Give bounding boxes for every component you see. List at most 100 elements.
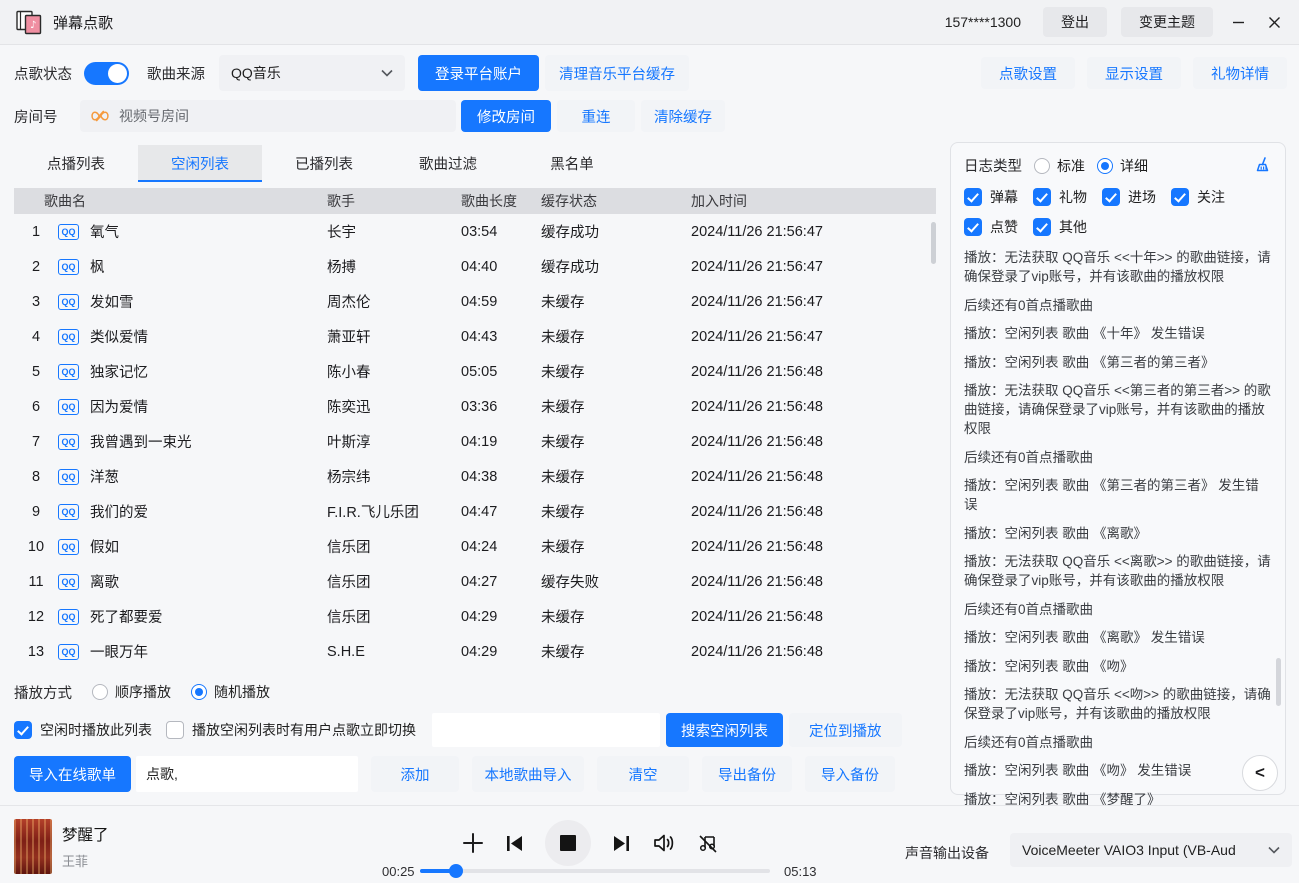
table-row[interactable]: 13QQ一眼万年S.H.E04:29未缓存2024/11/26 21:56:48 [14,634,936,669]
collapse-panel-button[interactable]: < [1242,755,1278,791]
idle-search-input[interactable] [432,713,660,747]
clear-list-button[interactable]: 清空 [597,756,689,792]
local-import-button[interactable]: 本地歌曲导入 [472,756,584,792]
cell-cache-status: 缓存成功 [541,221,691,242]
table-row[interactable]: 5QQ独家记忆陈小春05:05未缓存2024/11/26 21:56:48 [14,354,936,389]
modify-room-button[interactable]: 修改房间 [461,100,551,132]
progress-slider[interactable] [420,869,770,873]
stop-button[interactable] [545,820,591,866]
mode-random-option[interactable]: 随机播放 [191,682,270,702]
cell-source: QQ [58,643,90,660]
locate-playing-button[interactable]: 定位到播放 [789,713,902,747]
song-status-toggle[interactable] [84,62,129,85]
switch-on-request-checkbox[interactable]: 播放空闲列表时有用户点歌立即切换 [166,720,416,740]
tab-3-歌曲过滤[interactable]: 歌曲过滤 [386,145,510,181]
table-row[interactable]: 12QQ死了都要爱信乐团04:29未缓存2024/11/26 21:56:48 [14,599,936,634]
cell-add-time: 2024/11/26 21:56:48 [691,644,936,660]
log-filter-弹幕[interactable]: 弹幕 [964,187,1018,207]
desktop-lyrics-off-icon[interactable] [697,833,718,854]
play-mode-label: 播放方式 [14,682,72,703]
log-type-label: 日志类型 [964,155,1022,176]
log-filter-进场[interactable]: 进场 [1102,187,1156,207]
tab-0-点播列表[interactable]: 点播列表 [14,145,138,181]
source-select[interactable]: QQ音乐 [219,55,405,91]
export-backup-button[interactable]: 导出备份 [702,756,792,792]
clear-cache-button[interactable]: 清除缓存 [641,100,725,132]
cell-index: 9 [14,504,58,520]
cell-artist: 信乐团 [327,571,461,592]
log-filter-其他[interactable]: 其他 [1033,217,1087,237]
table-row[interactable]: 11QQ离歌信乐团04:27缓存失败2024/11/26 21:56:48 [14,564,936,599]
cell-cache-status: 缓存失败 [541,571,691,592]
cell-artist: 杨搏 [327,256,461,277]
cell-duration: 04:59 [461,294,541,310]
table-row[interactable]: 9QQ我们的爱F.I.R.飞儿乐团04:47未缓存2024/11/26 21:5… [14,494,936,529]
clear-log-broom-icon[interactable] [1253,156,1272,175]
checkbox-checked-icon [964,188,982,206]
cell-cache-status: 未缓存 [541,536,691,557]
song-settings-button[interactable]: 点歌设置 [981,57,1075,89]
reconnect-button[interactable]: 重连 [557,100,635,132]
room-label: 房间号 [14,106,80,127]
current-time: 00:25 [382,864,415,879]
room-input[interactable]: 视频号房间 [80,100,456,132]
next-button[interactable] [612,834,631,853]
clear-music-cache-button[interactable]: 清理音乐平台缓存 [545,55,689,91]
table-row[interactable]: 1QQ氧气长宇03:54缓存成功2024/11/26 21:56:47 [14,214,936,249]
import-backup-button[interactable]: 导入备份 [805,756,895,792]
account-number: 157****1300 [945,14,1021,30]
log-entry: 后续还有0首点播歌曲 [964,600,1272,619]
log-filter-关注[interactable]: 关注 [1171,187,1225,207]
log-entry: 播放：空闲列表 歌曲 《离歌》 [964,524,1272,543]
log-type-standard-option[interactable]: 标准 [1034,156,1085,176]
cell-duration: 04:47 [461,504,541,520]
log-entry: 播放：无法获取 QQ音乐 <<吻>> 的歌曲链接，请确保登录了vip账号，并有该… [964,685,1272,723]
table-row[interactable]: 3QQ发如雪周杰伦04:59未缓存2024/11/26 21:56:47 [14,284,936,319]
table-row[interactable]: 10QQ假如信乐团04:24未缓存2024/11/26 21:56:48 [14,529,936,564]
log-filter-礼物[interactable]: 礼物 [1033,187,1087,207]
qq-music-icon: QQ [58,259,79,275]
tab-1-空闲列表[interactable]: 空闲列表 [138,145,262,181]
table-row[interactable]: 2QQ枫杨搏04:40缓存成功2024/11/26 21:56:47 [14,249,936,284]
search-idle-list-button[interactable]: 搜索空闲列表 [666,713,783,747]
tab-4-黑名单[interactable]: 黑名单 [510,145,634,181]
output-device-select[interactable]: VoiceMeeter VAIO3 Input (VB-Aud [1010,833,1292,867]
login-platform-button[interactable]: 登录平台账户 [418,55,539,91]
cell-cache-status: 缓存成功 [541,256,691,277]
table-scrollbar[interactable] [931,222,936,264]
log-scrollbar[interactable] [1276,658,1281,706]
cell-index: 5 [14,364,58,380]
progress-thumb[interactable] [449,864,463,878]
cell-song-name: 一眼万年 [90,641,327,662]
logout-button[interactable]: 登出 [1043,7,1107,37]
player-controls [462,818,718,868]
tab-2-已播列表[interactable]: 已播列表 [262,145,386,181]
mode-sequential-option[interactable]: 顺序播放 [92,682,171,702]
previous-button[interactable] [505,834,524,853]
request-prefix-input[interactable] [136,756,358,792]
cell-cache-status: 未缓存 [541,431,691,452]
cell-song-name: 因为爱情 [90,396,327,417]
table-row[interactable]: 7QQ我曾遇到一束光叶斯淳04:19未缓存2024/11/26 21:56:48 [14,424,936,459]
cell-song-name: 离歌 [90,571,327,592]
change-theme-button[interactable]: 变更主题 [1121,7,1213,37]
log-entry: 播放：空闲列表 歌曲 《第三者的第三者》 [964,353,1272,372]
table-row[interactable]: 4QQ类似爱情萧亚轩04:43未缓存2024/11/26 21:56:47 [14,319,936,354]
add-song-button[interactable] [462,832,484,854]
table-row[interactable]: 8QQ洋葱杨宗纬04:38未缓存2024/11/26 21:56:48 [14,459,936,494]
log-filter-点赞[interactable]: 点赞 [964,217,1018,237]
close-button[interactable] [1259,7,1289,37]
qq-music-icon: QQ [58,399,79,415]
log-filter-row: 弹幕礼物进场关注点赞其他 [964,187,1272,237]
display-settings-button[interactable]: 显示设置 [1087,57,1181,89]
checkbox-checked-icon [1033,218,1051,236]
log-type-detailed-option[interactable]: 详细 [1097,156,1148,176]
import-online-playlist-button[interactable]: 导入在线歌单 [14,756,131,792]
volume-icon[interactable] [652,832,676,854]
minimize-button[interactable] [1223,7,1253,37]
table-row[interactable]: 6QQ因为爱情陈奕迅03:36未缓存2024/11/26 21:56:48 [14,389,936,424]
qq-music-icon: QQ [58,294,79,310]
idle-play-checkbox[interactable]: 空闲时播放此列表 [14,720,152,740]
add-button[interactable]: 添加 [371,756,459,792]
gift-details-button[interactable]: 礼物详情 [1193,57,1287,89]
